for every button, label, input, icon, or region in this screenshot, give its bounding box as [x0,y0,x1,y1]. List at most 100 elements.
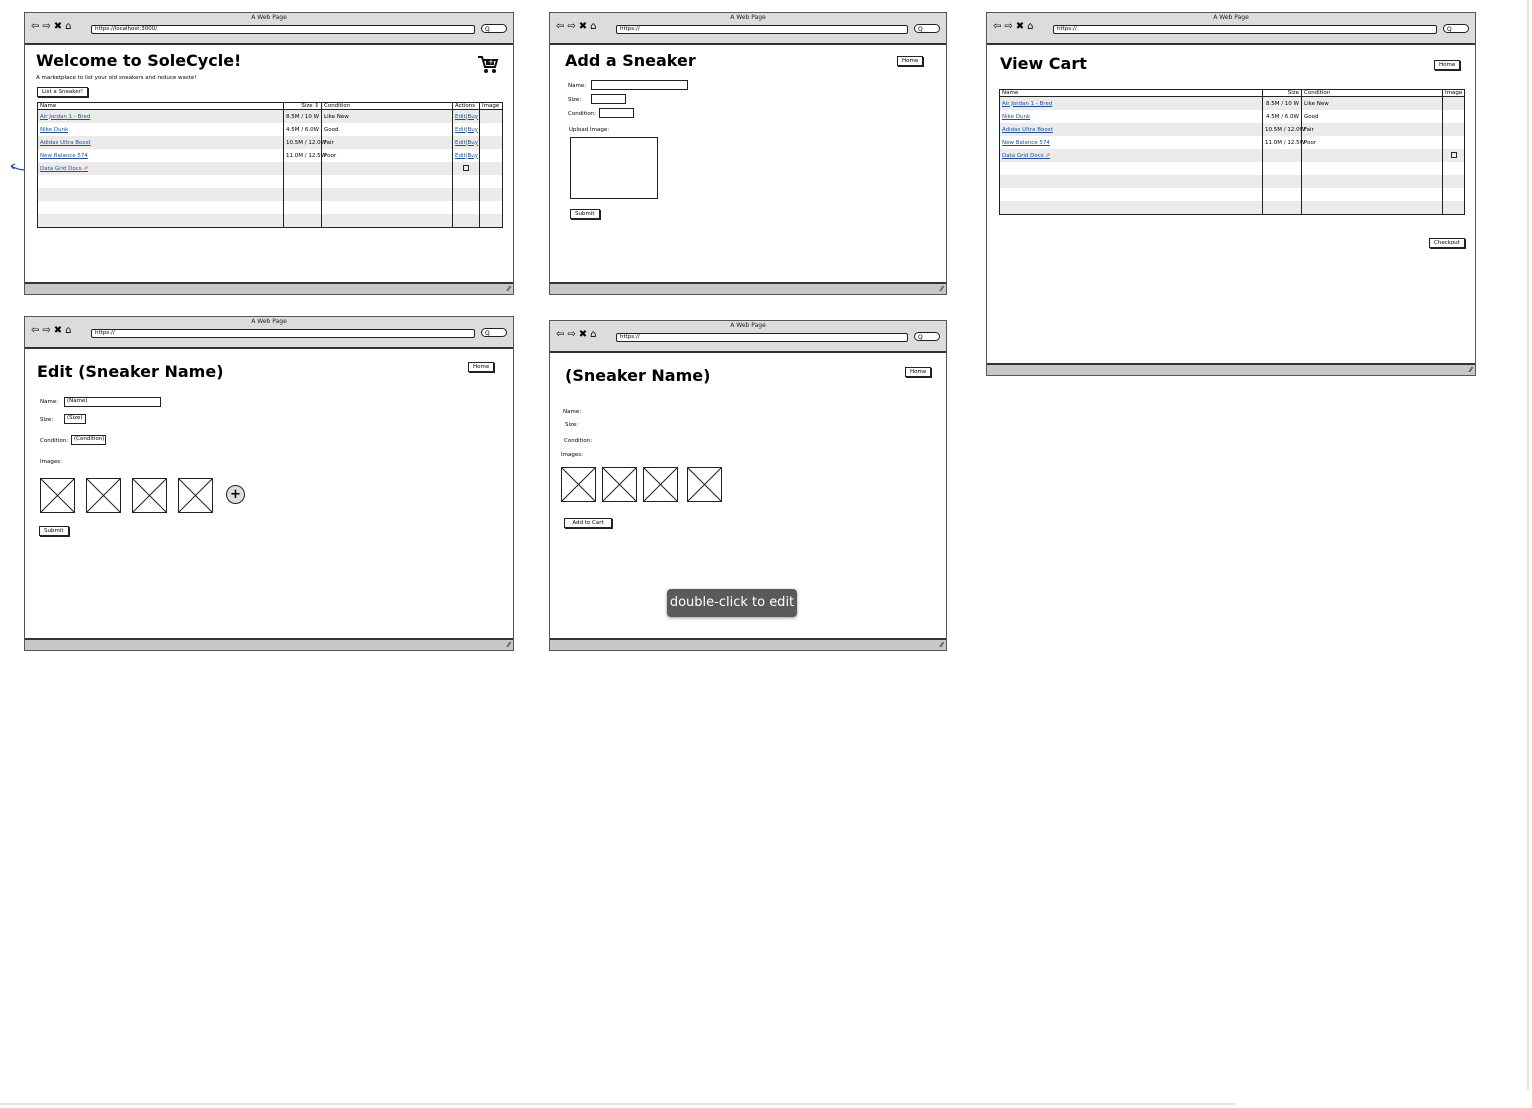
image-placeholder[interactable] [178,478,213,513]
column-header-size[interactable]: Size [1262,89,1302,97]
address-bar[interactable]: https://localhost:3000/ [91,25,475,34]
stop-icon[interactable]: ✖ [579,21,588,32]
home-button[interactable]: Home [468,362,495,372]
column-header-name[interactable]: Name [999,89,1263,97]
column-header-size[interactable]: Size ⇕ [283,102,322,110]
condition-label: Condition: [564,438,593,444]
checkout-button[interactable]: Checkout [1429,238,1465,248]
nav-buttons: ⇦ ⇨ ✖ ⌂ [31,21,75,32]
sneaker-name-link[interactable]: Nike Dunk [999,110,1263,123]
shopping-cart-icon[interactable]: + [477,55,499,75]
name-field[interactable] [591,80,688,90]
forward-icon[interactable]: ⇨ [42,325,51,336]
image-placeholder[interactable] [86,478,121,513]
docs-link[interactable]: Data Grid Docs ⇗ [37,162,284,175]
address-bar[interactable]: https:// [91,329,475,338]
home-button[interactable]: Home [1434,60,1461,70]
address-bar[interactable]: https:// [616,25,908,34]
condition-label: Condition: [40,438,69,444]
submit-button[interactable]: Submit [570,209,600,219]
column-header-condition[interactable]: Condition [1301,89,1443,97]
docs-link[interactable]: Data Grid Docs ⇗ [999,149,1263,162]
condition-field[interactable] [599,108,634,118]
home-button[interactable]: Home [905,367,932,377]
row-checkbox[interactable] [1450,151,1457,158]
resize-grip-icon[interactable]: ⁄⁄ [508,640,510,650]
search-box[interactable]: Q [1443,24,1469,33]
search-box[interactable]: Q [481,328,507,337]
forward-icon[interactable]: ⇨ [567,21,576,32]
window-title: A Web Page [251,318,287,325]
stop-icon[interactable]: ✖ [54,325,63,336]
back-icon[interactable]: ⇦ [31,325,40,336]
table-row [37,175,503,188]
buy-link[interactable]: Buy [468,153,479,159]
image-placeholder[interactable] [687,467,722,502]
browser-chrome: A Web Page ⇦ ⇨ ✖ ⌂ https:// Q [550,13,946,45]
column-header-condition[interactable]: Condition [321,102,453,110]
image-placeholder[interactable] [40,478,75,513]
upload-image-dropzone[interactable] [570,137,658,199]
sneaker-name-link[interactable]: New Balance 574 [999,136,1263,149]
size-field[interactable]: (Size) [64,414,86,424]
list-sneaker-button[interactable]: List a Sneaker! [37,87,89,97]
home-icon[interactable]: ⌂ [590,329,597,340]
home-icon[interactable]: ⌂ [65,325,72,336]
sneaker-name-link[interactable]: Adidas Ultra Boost [37,136,284,149]
stop-icon[interactable]: ✖ [54,21,63,32]
image-placeholder[interactable] [602,467,637,502]
search-box[interactable]: Q [481,24,507,33]
back-icon[interactable]: ⇦ [556,329,565,340]
home-icon[interactable]: ⌂ [590,21,597,32]
add-image-icon[interactable]: + [226,485,245,504]
image-placeholder[interactable] [643,467,678,502]
search-box[interactable]: Q [914,24,940,33]
sneaker-name-link[interactable]: Air Jordan 1 - Bred [37,109,284,123]
docs-link-text[interactable]: Data Grid Docs [1002,153,1044,159]
stop-icon[interactable]: ✖ [1016,21,1025,32]
canvas-scrollbar-vertical[interactable] [1527,0,1529,1090]
condition-cell: Fair [1301,123,1443,136]
condition-field[interactable]: (Condition) [71,435,106,445]
resize-grip-icon[interactable]: ⁄⁄ [941,640,943,650]
search-box[interactable]: Q [914,332,940,341]
resize-grip-icon[interactable]: ⁄⁄ [941,284,943,294]
address-bar[interactable]: https:// [1053,25,1437,34]
sneaker-name-link[interactable]: Adidas Ultra Boost [999,123,1263,136]
forward-icon[interactable]: ⇨ [1004,21,1013,32]
buy-link[interactable]: Buy [468,140,479,146]
home-icon[interactable]: ⌂ [1027,21,1034,32]
home-button[interactable]: Home [897,56,924,66]
edit-link[interactable]: Edit [455,127,466,133]
submit-button[interactable]: Submit [39,526,69,536]
edit-link[interactable]: Edit [455,140,466,146]
buy-link[interactable]: Buy [468,127,479,133]
size-label: Size: [565,422,579,428]
forward-icon[interactable]: ⇨ [42,21,51,32]
edit-link[interactable]: Edit [455,153,466,159]
buy-link[interactable]: Buy [468,114,479,120]
image-placeholder[interactable] [561,467,596,502]
home-icon[interactable]: ⌂ [65,21,72,32]
column-header-name[interactable]: Name [37,102,284,110]
sneaker-name-link[interactable]: Nike Dunk [37,123,284,136]
back-icon[interactable]: ⇦ [556,21,565,32]
stop-icon[interactable]: ✖ [579,329,588,340]
address-bar[interactable]: https:// [616,333,908,342]
back-icon[interactable]: ⇦ [31,21,40,32]
images-label: Images: [40,459,62,465]
name-field[interactable]: (Name) [64,397,161,407]
image-placeholder[interactable] [132,478,167,513]
docs-link-text[interactable]: Data Grid Docs [40,166,82,172]
size-field[interactable] [591,94,626,104]
add-to-cart-button[interactable]: Add to Cart [564,518,612,528]
resize-grip-icon[interactable]: ⁄⁄ [1470,365,1472,375]
resize-grip-icon[interactable]: ⁄⁄ [508,284,510,294]
sneaker-name-link[interactable]: Air Jordan 1 - Bred [999,96,1263,110]
sneaker-name-link[interactable]: New Balance 574 [37,149,284,162]
row-checkbox[interactable] [463,164,469,171]
canvas-scrollbar-horizontal[interactable] [0,1103,1235,1105]
forward-icon[interactable]: ⇨ [567,329,576,340]
edit-link[interactable]: Edit [455,114,466,120]
back-icon[interactable]: ⇦ [993,21,1002,32]
